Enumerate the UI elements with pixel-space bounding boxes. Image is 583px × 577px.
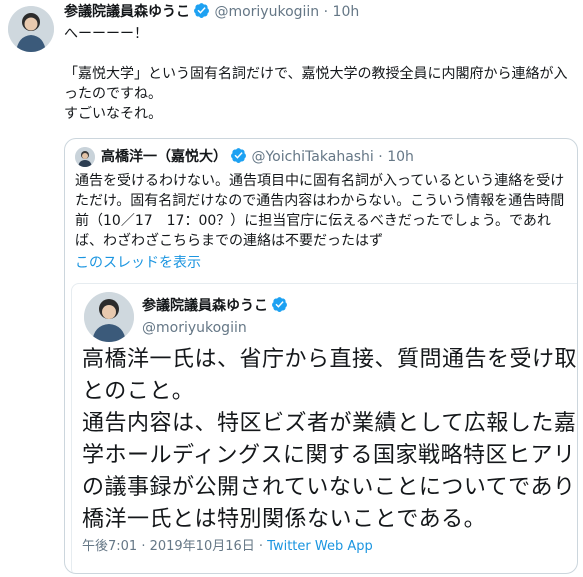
author-handle[interactable]: @moriyukogiin: [214, 4, 319, 20]
tweet-text: へーーーー！ 「嘉悦大学」という固有名詞だけで、嘉悦大学の教授全員に内閣府から連…: [64, 26, 568, 122]
author-name[interactable]: 参議院議員森ゆうこ: [64, 4, 190, 20]
show-thread-link[interactable]: このスレッドを表示: [75, 253, 201, 273]
embedded-author-handle: @moriyukogiin: [142, 320, 247, 336]
embedded-tweet-text: 高橋洋一氏は、省庁から直接、質問通告を受け取 とのこと。 通告内容は、特区ビズ者…: [82, 347, 578, 532]
quoted-author-name: 高橋洋一（嘉悦大）: [101, 149, 227, 165]
embedded-tweet-card[interactable]: 参議院議員森ゆうこ @moriyukogiin 高橋洋一氏は、省庁から直接、質問…: [71, 283, 578, 573]
quoted-author-handle: @YoichiTakahashi: [251, 149, 374, 165]
quoted-header: 高橋洋一（嘉悦大） @YoichiTakahashi · 10h: [101, 147, 414, 167]
verified-badge-icon: [271, 296, 288, 313]
author-avatar[interactable]: [8, 6, 54, 52]
embedded-author-name-row: 参議院議員森ゆうこ: [142, 296, 288, 316]
quoted-author-avatar: [75, 147, 95, 167]
verified-badge-icon: [193, 2, 210, 19]
quoted-time: 10h: [387, 149, 414, 165]
embedded-author-name: 参議院議員森ゆうこ: [142, 298, 268, 314]
quoted-tweet-card[interactable]: 高橋洋一（嘉悦大） @YoichiTakahashi · 10h 通告を受けるわ…: [64, 138, 578, 574]
tweet-time[interactable]: 10h: [333, 4, 360, 20]
verified-badge-icon: [230, 147, 247, 164]
source-app-link[interactable]: Twitter Web App: [267, 539, 373, 554]
header-separator: ·: [323, 4, 329, 20]
quoted-tweet-text: 通告を受けるわけない。通告項目中に固有名詞が入っているという連絡を受けただけ。固…: [75, 173, 565, 249]
embedded-timestamp: 午後7:01 · 2019年10月16日 ·: [82, 539, 268, 554]
quoted-separator: ·: [378, 149, 383, 165]
embedded-author-avatar: [84, 292, 134, 342]
embedded-footer: 午後7:01 · 2019年10月16日 · Twitter Web App: [82, 538, 373, 556]
tweet-header: 参議院議員森ゆうこ @moriyukogiin · 10h: [64, 2, 579, 22]
